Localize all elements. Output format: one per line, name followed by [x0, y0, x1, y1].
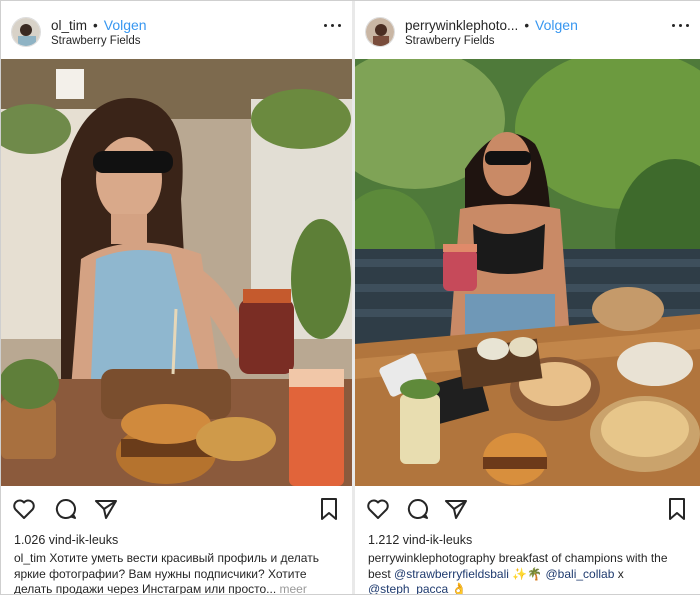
more-dots-icon[interactable]	[324, 23, 342, 29]
post-username-row: perrywinklephoto... • Volgen	[405, 17, 578, 33]
heart-icon[interactable]	[365, 496, 391, 522]
post-header: perrywinklephoto... • Volgen Strawberry Fi…	[355, 1, 700, 59]
paper-plane-icon[interactable]	[443, 496, 469, 522]
caption-username[interactable]: ol_tim	[14, 551, 46, 565]
caption-text: x	[617, 566, 624, 581]
comment-icon[interactable]	[53, 496, 79, 522]
caption-more-link[interactable]: meer	[280, 582, 307, 594]
mention-link[interactable]: @steph_pacca	[368, 582, 448, 594]
post-actions	[365, 496, 690, 526]
bookmark-icon[interactable]	[316, 496, 342, 522]
caption-username[interactable]: perrywinklephotography	[368, 551, 495, 565]
post-caption: perrywinklephotography breakfast of cham…	[368, 551, 688, 594]
more-dots-icon[interactable]	[672, 23, 690, 29]
mention-link[interactable]: @bali_collab	[546, 567, 615, 581]
avatar[interactable]	[365, 17, 395, 47]
location-link[interactable]: Strawberry Fields	[51, 35, 140, 47]
likes-count[interactable]: 1.212 vind-ik-leuks	[368, 533, 472, 547]
comment-icon[interactable]	[405, 496, 431, 522]
likes-count[interactable]: 1.026 vind-ik-leuks	[14, 533, 118, 547]
post-caption: ol_tim Хотите уметь вести красивый профи…	[14, 551, 340, 594]
post-image[interactable]	[355, 59, 700, 486]
post-username-row: ol_tim • Volgen	[51, 17, 147, 33]
follow-button[interactable]: Volgen	[535, 17, 578, 33]
caption-text: Хотите уметь вести красивый профиль и де…	[14, 551, 319, 594]
username-link[interactable]: perrywinklephoto...	[405, 18, 518, 33]
bookmark-icon[interactable]	[664, 496, 690, 522]
instagram-feed-screenshot: ol_tim • Volgen Strawberry Fields 1.026 …	[0, 0, 700, 595]
separator-dot: •	[93, 18, 98, 33]
post-image[interactable]	[1, 59, 352, 486]
post-actions	[11, 496, 342, 526]
mention-link[interactable]: @strawberryfieldsbali	[394, 567, 509, 581]
heart-icon[interactable]	[11, 496, 37, 522]
paper-plane-icon[interactable]	[93, 496, 119, 522]
caption-emoji: ✨🌴	[512, 566, 543, 581]
post-header: ol_tim • Volgen Strawberry Fields	[1, 1, 352, 59]
location-link[interactable]: Strawberry Fields	[405, 35, 494, 47]
post-perrywinklephotography: perrywinklephoto... • Volgen Strawberry Fi…	[355, 1, 700, 594]
avatar[interactable]	[11, 17, 41, 47]
follow-button[interactable]: Volgen	[104, 17, 147, 33]
separator-dot: •	[524, 18, 530, 33]
post-ol-tim: ol_tim • Volgen Strawberry Fields 1.026 …	[1, 1, 352, 594]
caption-emoji: 👌	[451, 582, 467, 594]
username-link[interactable]: ol_tim	[51, 18, 87, 33]
